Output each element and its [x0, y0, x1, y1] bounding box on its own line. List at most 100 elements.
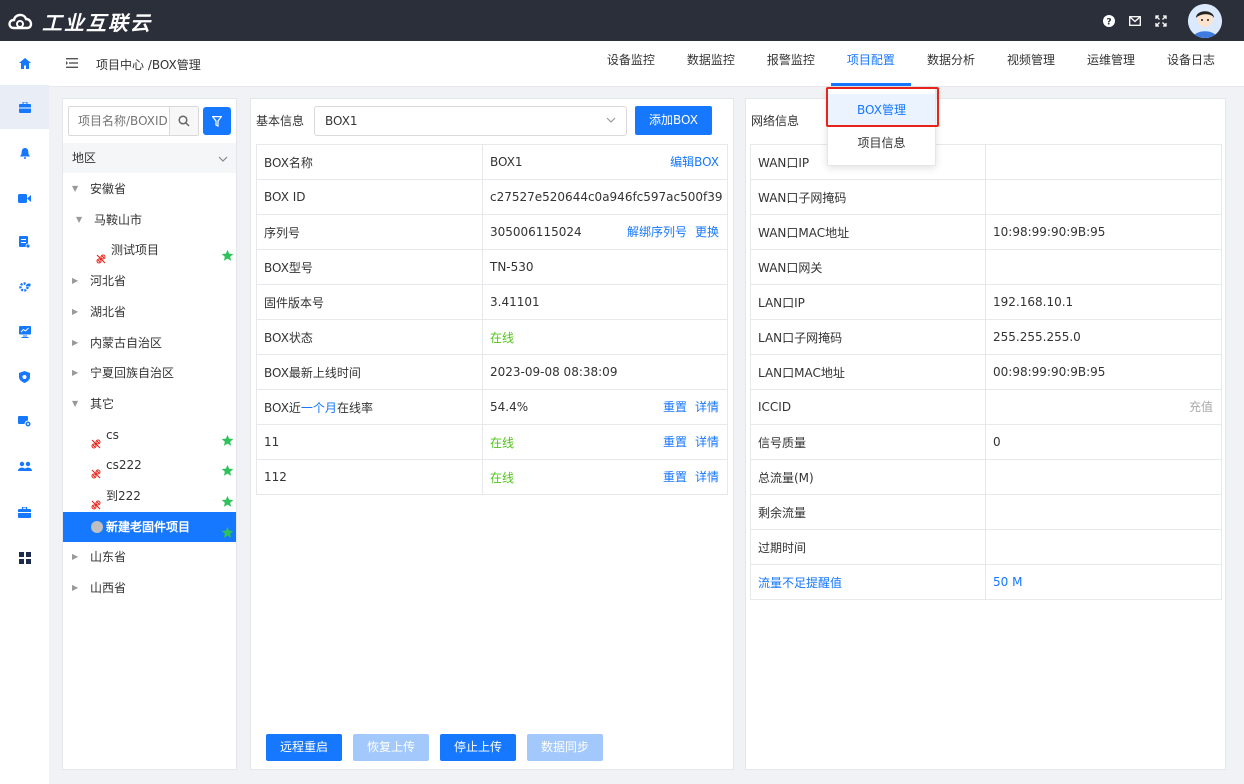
recharge-link[interactable]: 充值: [1189, 398, 1213, 415]
project-icon[interactable]: [0, 85, 49, 129]
tree-node-label: 湖北省: [90, 304, 127, 319]
user-avatar[interactable]: [1188, 3, 1222, 38]
tree-node[interactable]: cs222: [63, 450, 236, 480]
row-action-link[interactable]: 编辑BOX: [670, 155, 719, 169]
tree-node[interactable]: ▼ 安徽省: [63, 174, 236, 204]
fullscreen-icon[interactable]: [1148, 0, 1174, 41]
tree-node[interactable]: ▼ 马鞍山市: [63, 205, 236, 235]
field-label: WAN口IP: [758, 155, 810, 170]
project-tree-panel: 地区 ▼ 安徽省 ▼ 马鞍山市测试项目 ▶ 河北省 ▶ 湖北省 ▶ 内蒙古自治区 ▶ 宁夏回族自治区 ▼…: [62, 98, 237, 770]
field-value-cell: [985, 529, 1222, 565]
app-logo[interactable]: 工业互联云: [6, 8, 152, 35]
video-icon[interactable]: [0, 176, 49, 220]
row-action-link[interactable]: 详情: [695, 470, 719, 484]
tree-node[interactable]: 到222: [63, 481, 236, 511]
field-value-cell: 在线: [482, 319, 728, 355]
tree-node[interactable]: ▶ 内蒙古自治区: [63, 328, 236, 358]
tab-item[interactable]: 报警监控: [751, 41, 831, 87]
tree-node[interactable]: ▶ 宁夏回族自治区: [63, 358, 236, 388]
highlight-box: [826, 87, 939, 127]
monitor-icon[interactable]: [0, 310, 49, 354]
tab-item[interactable]: 数据分析: [911, 41, 991, 87]
basic-info-row: BOX状态 在线: [256, 319, 728, 355]
row-action-link[interactable]: 重置: [663, 435, 687, 449]
tab-item[interactable]: 设备监控: [591, 41, 671, 87]
field-value-cell: BOX1 编辑BOX: [482, 144, 728, 180]
tree-node[interactable]: ▶ 山东省: [63, 542, 236, 572]
field-value-cell: 3.41101: [482, 284, 728, 320]
basic-info-row: 序列号 305006115024 解绑序列号 更换: [256, 214, 728, 250]
mail-icon[interactable]: [1122, 0, 1148, 41]
report-icon[interactable]: [0, 220, 49, 264]
tab-item[interactable]: 数据监控: [671, 41, 751, 87]
basic-info-row: 固件版本号 3.41101: [256, 284, 728, 320]
device-config-icon[interactable]: [0, 399, 49, 443]
caret-down-icon: ▼: [76, 214, 83, 224]
tree-node-label: cs: [106, 427, 119, 442]
tab-item[interactable]: 视频管理: [991, 41, 1071, 87]
network-info-panel: 网络信息 WAN口IP WAN口子网掩码 WAN口MAC地址 10:98:99:90:…: [745, 98, 1226, 770]
tree-node[interactable]: 测试项目: [63, 235, 236, 265]
field-value: 00:98:99:90:9B:95: [993, 365, 1106, 379]
briefcase-icon[interactable]: [0, 490, 49, 534]
tree-node[interactable]: ▶ 河北省: [63, 266, 236, 296]
project-search-input[interactable]: [69, 107, 169, 135]
menu-toggle-icon[interactable]: [66, 58, 78, 68]
field-label: LAN口子网掩码: [758, 330, 843, 345]
help-icon[interactable]: ?: [1096, 0, 1122, 41]
row-action-link[interactable]: 解绑序列号: [627, 225, 687, 239]
field-label: BOX型号: [264, 260, 313, 275]
tree-node[interactable]: cs: [63, 420, 236, 450]
users-icon[interactable]: [0, 444, 49, 488]
field-value-cell: 充值: [985, 389, 1222, 425]
tree-node-label: 测试项目: [111, 243, 160, 258]
basic-info-table: BOX名称 BOX1 编辑BOX BOX ID c27527e520644c0a946f…: [256, 144, 728, 495]
tree-node[interactable]: ▶ 湖北省: [63, 297, 236, 327]
field-label[interactable]: 流量不足提醒值: [758, 576, 842, 590]
settings-icon[interactable]: [0, 265, 49, 309]
home-icon[interactable]: [0, 41, 49, 85]
field-value-cell: 在线 重置 详情: [482, 459, 728, 495]
grid-icon[interactable]: [0, 536, 49, 580]
tree-node[interactable]: ▼ 其它: [63, 389, 236, 419]
tree-node[interactable]: 新建老固件项目: [63, 511, 236, 542]
field-value: BOX1: [490, 155, 523, 169]
field-label-cell: BOX名称: [256, 144, 483, 180]
row-action-link[interactable]: 重置: [663, 470, 687, 484]
shield-icon[interactable]: [0, 355, 49, 399]
field-label-cell: ICCID: [750, 389, 986, 425]
tree-node-label: 山西省: [90, 581, 127, 596]
action-button[interactable]: 数据同步: [527, 734, 603, 761]
tab-item[interactable]: 设备日志: [1151, 41, 1231, 87]
search-button[interactable]: [169, 107, 198, 135]
field-label: LAN口IP: [758, 295, 805, 310]
row-action-link[interactable]: 重置: [663, 400, 687, 414]
cloud-logo-icon: [8, 13, 33, 30]
field-value: c27527e520644c0a946fc597ac500f39: [490, 190, 723, 204]
field-label-cell: LAN口IP: [750, 284, 986, 320]
add-box-button[interactable]: 添加BOX: [635, 106, 712, 135]
tab-item[interactable]: 项目配置: [830, 41, 911, 87]
status-dot-icon: [91, 520, 103, 533]
network-info-row: WAN口IP: [750, 144, 1222, 180]
caret-right-icon: ▶: [72, 306, 79, 316]
row-action-link[interactable]: 详情: [695, 400, 719, 414]
status-badge: 在线: [490, 470, 515, 485]
row-action-link[interactable]: 更换: [695, 225, 719, 239]
period-link[interactable]: 一个月: [301, 401, 337, 415]
tab-item[interactable]: 运维管理: [1071, 41, 1151, 87]
row-action-link[interactable]: 详情: [695, 435, 719, 449]
field-value: 305006115024: [490, 225, 582, 239]
field-label: 过期时间: [758, 540, 807, 555]
action-button[interactable]: 停止上传: [440, 734, 516, 761]
action-button[interactable]: 恢复上传: [353, 734, 429, 761]
tree-node[interactable]: ▶ 山西省: [63, 573, 236, 603]
box-select[interactable]: BOX1: [314, 106, 627, 136]
field-value: TN-530: [490, 260, 534, 274]
region-header[interactable]: 地区: [63, 143, 236, 173]
dropdown-item[interactable]: 项目信息: [828, 127, 935, 159]
field-value-cell: [985, 249, 1222, 285]
alarm-icon[interactable]: [0, 131, 49, 175]
action-button[interactable]: 远程重启: [266, 734, 342, 761]
filter-button[interactable]: [203, 107, 231, 135]
